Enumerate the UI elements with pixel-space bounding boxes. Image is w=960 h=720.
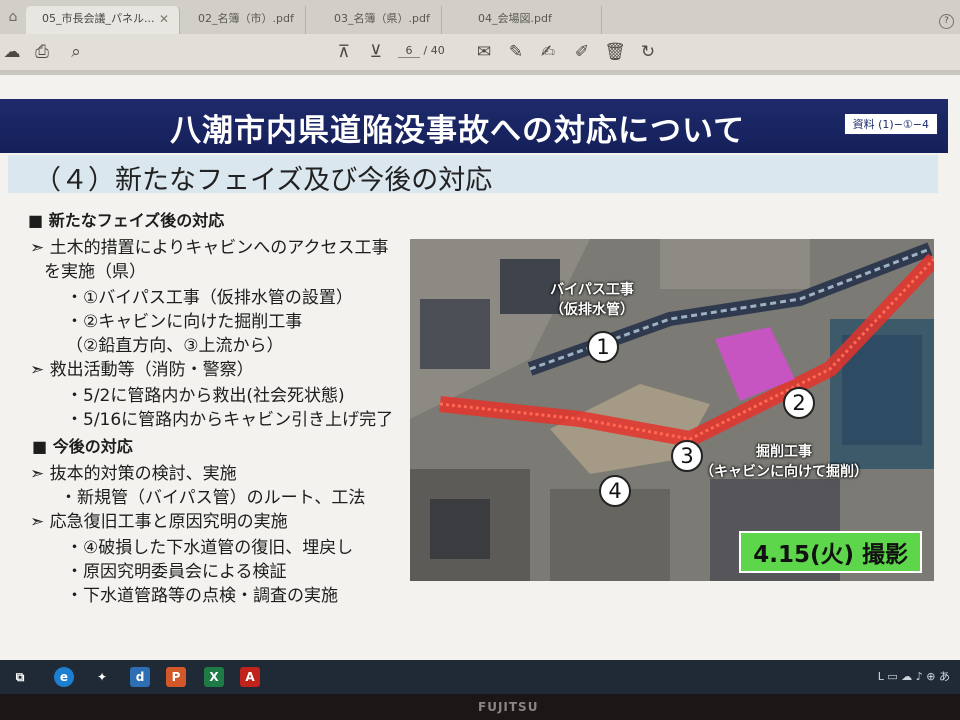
rotate-icon[interactable]: ↻ <box>636 40 660 64</box>
list-item: ・②キャビンに向けた掘削工事 <box>66 312 303 332</box>
edit-text-icon[interactable]: ✐ <box>570 40 594 64</box>
tab-document-02[interactable]: 02_名簿（市）.pdf <box>182 6 306 34</box>
list-item: ➣ 土木的措置によりキャビンへのアクセス工事 <box>30 238 389 258</box>
list-item: ・5/2に管路内から救出(社会死状態) <box>66 386 345 406</box>
slide-page: 八潮市内県道陥没事故への対応について 資料 (1)−①−4 （４）新たなフェイズ… <box>0 75 960 663</box>
section-heading: ■ 今後の対応 <box>32 437 133 456</box>
list-item: を実施（県） <box>44 262 146 282</box>
signature-icon[interactable]: ✍ <box>536 40 560 64</box>
tab-label: 05_市長会議_パネル... <box>42 12 155 25</box>
reference-tag: 資料 (1)−①−4 <box>843 113 938 135</box>
home-icon[interactable]: ⌂ <box>0 4 26 30</box>
title-band: 八潮市内県道陥没事故への対応について 資料 (1)−①−4 <box>0 99 948 153</box>
tab-bar: ⌂ 05_市長会議_パネル... ✕ 02_名簿（市）.pdf 03_名簿（県）… <box>0 0 960 35</box>
help-icon[interactable]: ? <box>939 14 954 29</box>
brand-logo: FUJITSU <box>478 700 539 714</box>
screen: ⌂ 05_市長会議_パネル... ✕ 02_名簿（市）.pdf 03_名簿（県）… <box>0 0 960 670</box>
list-item: ・④破損した下水道管の復旧、埋戻し <box>66 538 354 558</box>
previous-page-icon[interactable]: ⊼ <box>332 40 356 64</box>
excel-icon[interactable]: X <box>204 667 224 687</box>
tab-document-03[interactable]: 03_名簿（県）.pdf <box>318 6 442 34</box>
taskbar-app-d[interactable]: d <box>130 667 150 687</box>
delete-icon[interactable]: 🗑 <box>603 40 627 64</box>
bypass-work-label: バイパス工事 （仮排水管） <box>550 282 634 318</box>
list-item: ・新規管（バイパス管）のルート、工法 <box>60 488 366 508</box>
next-page-icon[interactable]: ⊻ <box>364 40 388 64</box>
marker-4: 4 <box>599 475 631 507</box>
marker-1: 1 <box>587 331 619 363</box>
system-tray[interactable]: L ▭ ☁ ♪ ⊕ あ <box>878 668 950 684</box>
highlight-pen-icon[interactable]: ✎ <box>504 40 528 64</box>
windows-taskbar: ⧉ e ✦ d P X A L ▭ ☁ ♪ ⊕ あ <box>0 660 960 694</box>
list-item: ・5/16に管路内からキャビン引き上げ完了 <box>66 410 394 430</box>
slide-subtitle: （４）新たなフェイズ及び今後の対応 <box>34 165 493 196</box>
comment-icon[interactable]: ✉ <box>472 40 496 64</box>
page-navigator: 6 / 40 <box>398 44 445 58</box>
edge-icon[interactable]: e <box>54 667 74 687</box>
list-item: ➣ 救出活動等（消防・警察） <box>30 360 254 380</box>
tab-document-04[interactable]: 04_会場図.pdf <box>462 6 602 34</box>
pdf-reader-icon[interactable]: A <box>240 667 260 687</box>
tab-label: 02_名簿（市）.pdf <box>198 12 294 25</box>
slide-title: 八潮市内県道陥没事故への対応について <box>170 113 746 149</box>
marker-3: 3 <box>671 440 703 472</box>
cloud-upload-icon[interactable]: ☁ <box>0 40 24 64</box>
tab-label: 03_名簿（県）.pdf <box>334 12 430 25</box>
list-item: ➣ 応急復旧工事と原因究明の実施 <box>30 512 288 532</box>
page-number-input[interactable]: 6 <box>398 44 420 58</box>
subtitle-band: （４）新たなフェイズ及び今後の対応 <box>8 155 938 196</box>
aerial-photo-drawing <box>410 239 934 581</box>
page-total: / 40 <box>423 44 445 57</box>
photo-date-badge: 4.15(火) 撮影 <box>739 531 922 573</box>
tab-document-05[interactable]: 05_市長会議_パネル... ✕ <box>26 6 180 34</box>
close-icon[interactable]: ✕ <box>159 6 169 32</box>
list-item: ・原因究明委員会による検証 <box>66 562 287 582</box>
pdf-toolbar: ☁ ⎙ ⌕ ⊼ ⊻ 6 / 40 ✉ ✎ ✍ ✐ 🗑 ↻ <box>0 34 960 71</box>
app-icon[interactable]: ✦ <box>92 667 112 687</box>
list-item: ・①バイパス工事（仮排水管の設置） <box>66 288 353 308</box>
excavation-work-label: 掘削工事 （キャビンに向けて掘削） <box>700 444 868 480</box>
monitor-bezel: FUJITSU <box>0 694 960 720</box>
marker-2: 2 <box>783 387 815 419</box>
aerial-photo: バイパス工事 （仮排水管） 掘削工事 （キャビンに向けて掘削） 1 2 3 4 … <box>410 239 934 581</box>
task-view-icon[interactable]: ⧉ <box>10 667 30 687</box>
powerpoint-icon[interactable]: P <box>166 667 186 687</box>
list-item: ・下水道管路等の点検・調査の実施 <box>66 586 338 606</box>
list-item: （②鉛直方向、③上流から） <box>66 336 284 356</box>
zoom-icon[interactable]: ⌕ <box>64 40 88 64</box>
list-item: ➣ 抜本的対策の検討、実施 <box>30 464 237 484</box>
document-viewer[interactable]: 八潮市内県道陥没事故への対応について 資料 (1)−①−4 （４）新たなフェイズ… <box>0 71 960 670</box>
section-heading: ■ 新たなフェイズ後の対応 <box>28 211 225 230</box>
print-icon[interactable]: ⎙ <box>30 40 54 64</box>
tab-label: 04_会場図.pdf <box>478 12 552 25</box>
